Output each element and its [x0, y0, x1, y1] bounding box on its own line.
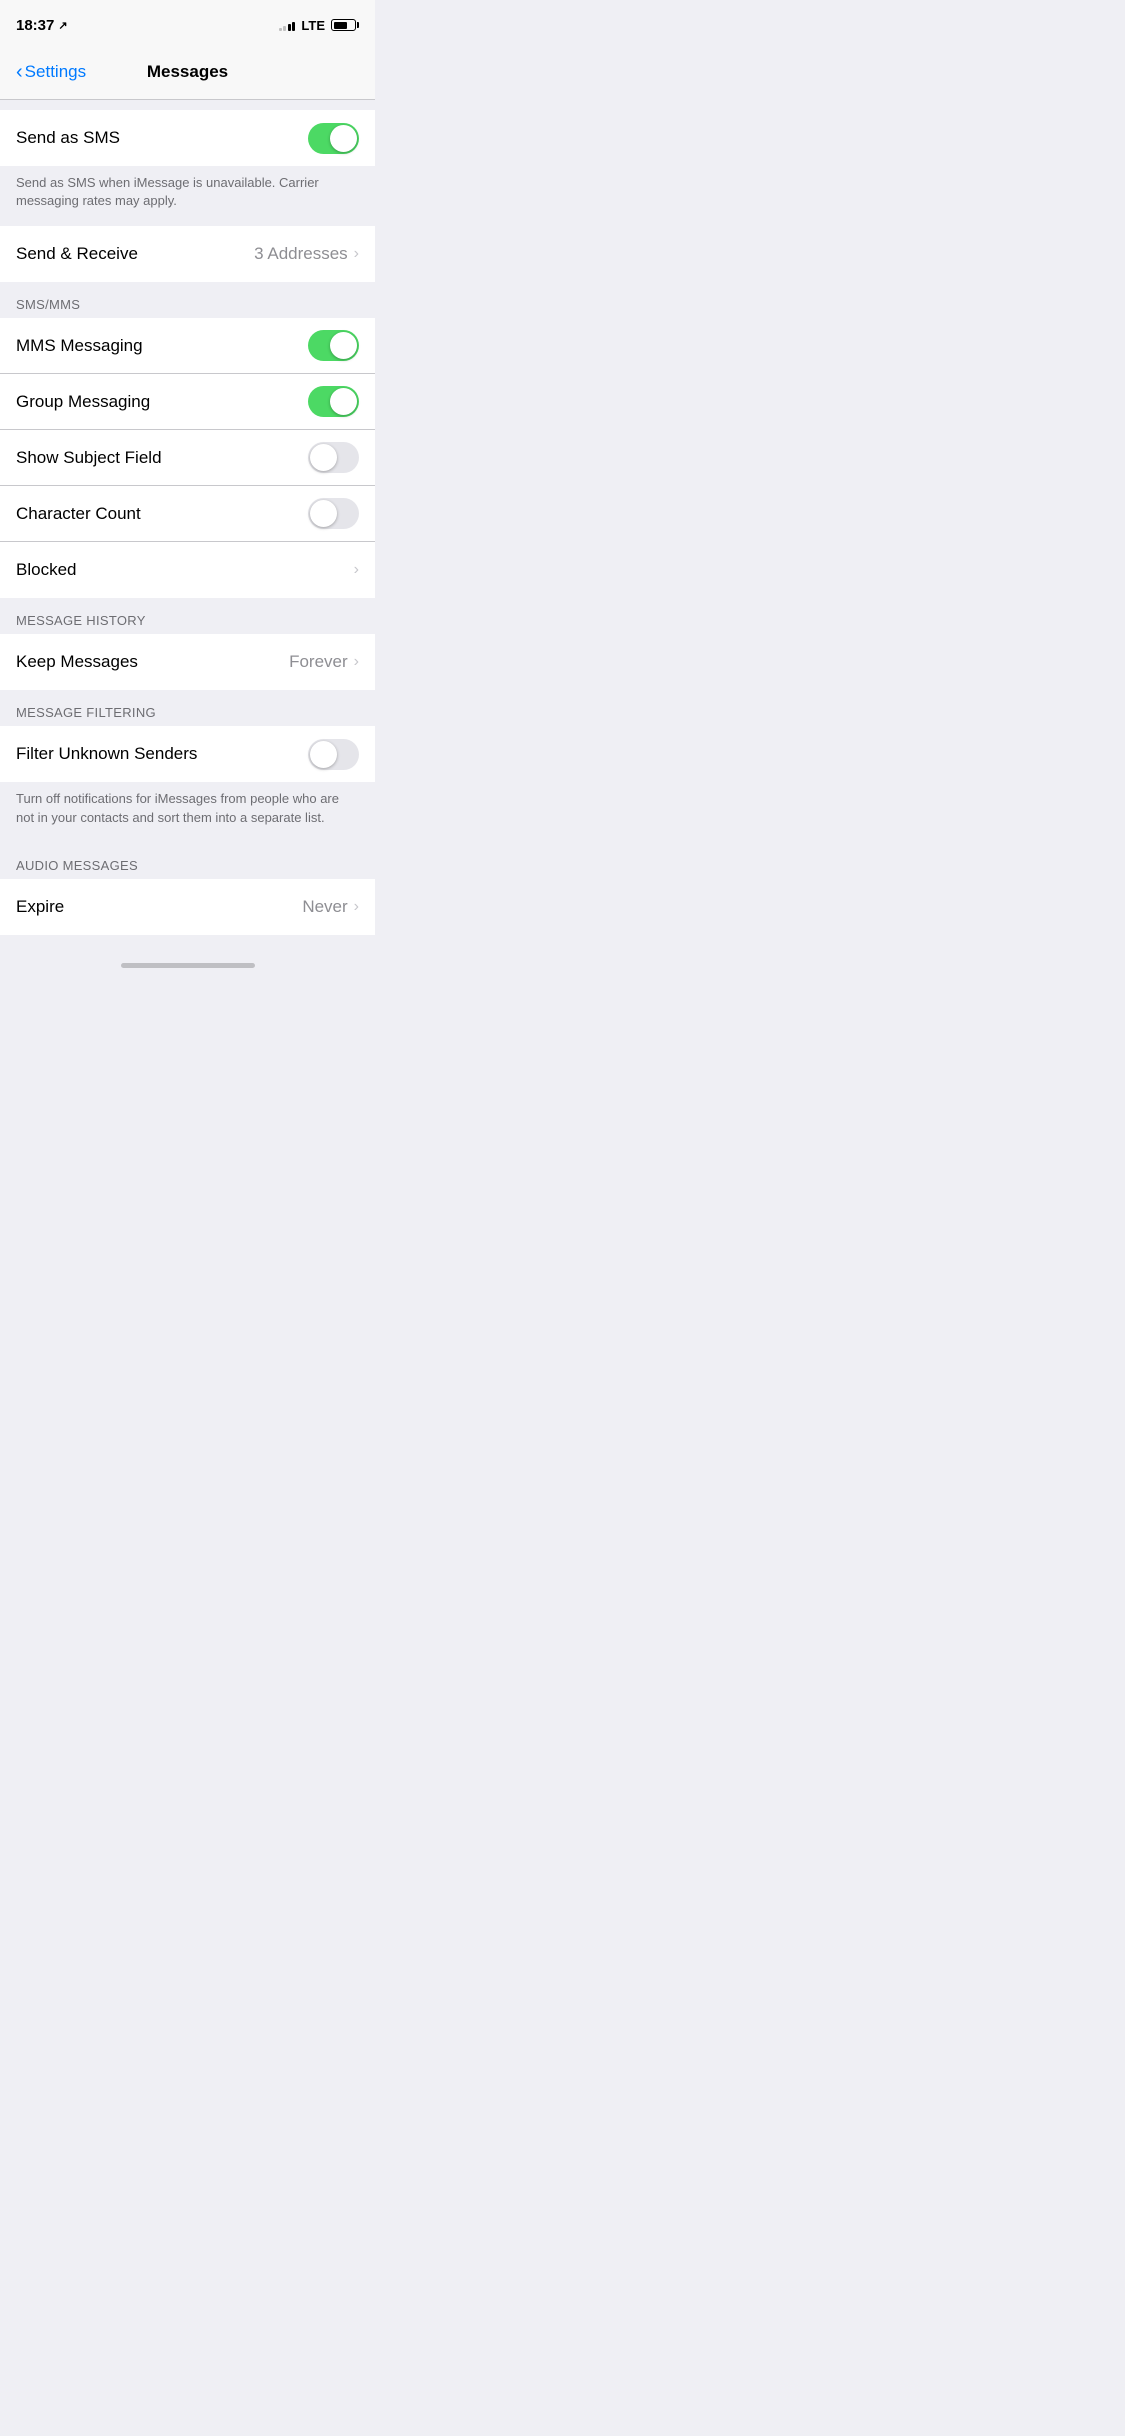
message-history-section: Keep Messages Forever › — [0, 634, 375, 690]
expire-row[interactable]: Expire Never › — [0, 879, 375, 935]
show-subject-field-toggle-knob — [310, 444, 337, 471]
signal-bars — [279, 19, 296, 31]
filter-unknown-senders-toggle[interactable] — [308, 739, 359, 770]
message-history-header-gap: MESSAGE HISTORY — [0, 598, 375, 634]
mms-messaging-row: MMS Messaging — [0, 318, 375, 374]
audio-messages-header-gap: AUDIO MESSAGES — [0, 843, 375, 879]
mms-messaging-toggle[interactable] — [308, 330, 359, 361]
back-chevron-icon: ‹ — [16, 62, 23, 82]
expire-chevron-icon: › — [354, 898, 359, 916]
mms-messaging-label: MMS Messaging — [16, 336, 143, 356]
expire-right: Never › — [302, 897, 359, 917]
show-subject-field-row: Show Subject Field — [0, 430, 375, 486]
expire-label: Expire — [16, 897, 64, 917]
signal-bar-2 — [283, 26, 286, 31]
send-receive-value: 3 Addresses — [254, 244, 348, 264]
keep-messages-label: Keep Messages — [16, 652, 138, 672]
character-count-toggle[interactable] — [308, 498, 359, 529]
send-receive-chevron-icon: › — [354, 245, 359, 263]
message-filtering-section: Filter Unknown Senders — [0, 726, 375, 782]
back-label: Settings — [25, 62, 86, 82]
sms-mms-header: SMS/MMS — [16, 297, 80, 312]
blocked-label: Blocked — [16, 560, 76, 580]
blocked-chevron-icon: › — [354, 561, 359, 579]
send-receive-label: Send & Receive — [16, 244, 138, 264]
battery-fill — [334, 22, 347, 29]
blocked-right: › — [354, 561, 359, 579]
send-as-sms-toggle-knob — [330, 125, 357, 152]
show-subject-field-toggle[interactable] — [308, 442, 359, 473]
status-bar: 18:37 ↗ LTE — [0, 0, 375, 44]
send-as-sms-footer: Send as SMS when iMessage is unavailable… — [0, 166, 375, 226]
group-messaging-toggle-knob — [330, 388, 357, 415]
filter-unknown-senders-toggle-knob — [310, 741, 337, 768]
status-right: LTE — [279, 18, 359, 33]
show-subject-field-label: Show Subject Field — [16, 448, 162, 468]
expire-value: Never — [302, 897, 347, 917]
message-filtering-header-gap: MESSAGE FILTERING — [0, 690, 375, 726]
nav-bar: ‹ Settings Messages — [0, 44, 375, 100]
signal-bar-3 — [288, 24, 291, 31]
character-count-label: Character Count — [16, 504, 141, 524]
back-button[interactable]: ‹ Settings — [16, 62, 102, 82]
filter-unknown-senders-footer: Turn off notifications for iMessages fro… — [0, 782, 375, 842]
keep-messages-right: Forever › — [289, 652, 359, 672]
send-receive-section: Send & Receive 3 Addresses › — [0, 226, 375, 282]
battery — [331, 19, 359, 31]
send-receive-row[interactable]: Send & Receive 3 Addresses › — [0, 226, 375, 282]
group-messaging-label: Group Messaging — [16, 392, 150, 412]
send-as-sms-toggle[interactable] — [308, 123, 359, 154]
status-time: 18:37 ↗ — [16, 17, 68, 34]
battery-body — [331, 19, 356, 31]
send-sms-section: Send as SMS — [0, 110, 375, 166]
battery-tip — [357, 22, 359, 28]
audio-messages-header: AUDIO MESSAGES — [16, 858, 138, 873]
send-as-sms-label: Send as SMS — [16, 128, 120, 148]
group-messaging-toggle[interactable] — [308, 386, 359, 417]
keep-messages-row[interactable]: Keep Messages Forever › — [0, 634, 375, 690]
home-bar — [121, 963, 255, 968]
filter-unknown-senders-row: Filter Unknown Senders — [0, 726, 375, 782]
signal-bar-4 — [292, 22, 295, 31]
group-messaging-row: Group Messaging — [0, 374, 375, 430]
blocked-row[interactable]: Blocked › — [0, 542, 375, 598]
message-history-header: MESSAGE HISTORY — [16, 613, 146, 628]
signal-bar-1 — [279, 28, 282, 31]
home-indicator-area — [0, 955, 375, 974]
section-gap-top — [0, 100, 375, 110]
keep-messages-chevron-icon: › — [354, 653, 359, 671]
lte-label: LTE — [301, 18, 325, 33]
character-count-row: Character Count — [0, 486, 375, 542]
mms-messaging-toggle-knob — [330, 332, 357, 359]
message-filtering-header: MESSAGE FILTERING — [16, 705, 156, 720]
send-receive-right: 3 Addresses › — [254, 244, 359, 264]
keep-messages-value: Forever — [289, 652, 348, 672]
character-count-toggle-knob — [310, 500, 337, 527]
audio-messages-section: Expire Never › — [0, 879, 375, 935]
sms-mms-section: MMS Messaging Group Messaging Show Subje… — [0, 318, 375, 598]
filter-unknown-senders-label: Filter Unknown Senders — [16, 744, 197, 764]
sms-mms-header-gap: SMS/MMS — [0, 282, 375, 318]
location-icon: ↗ — [58, 19, 67, 32]
send-as-sms-row: Send as SMS — [0, 110, 375, 166]
page-title: Messages — [102, 62, 274, 82]
